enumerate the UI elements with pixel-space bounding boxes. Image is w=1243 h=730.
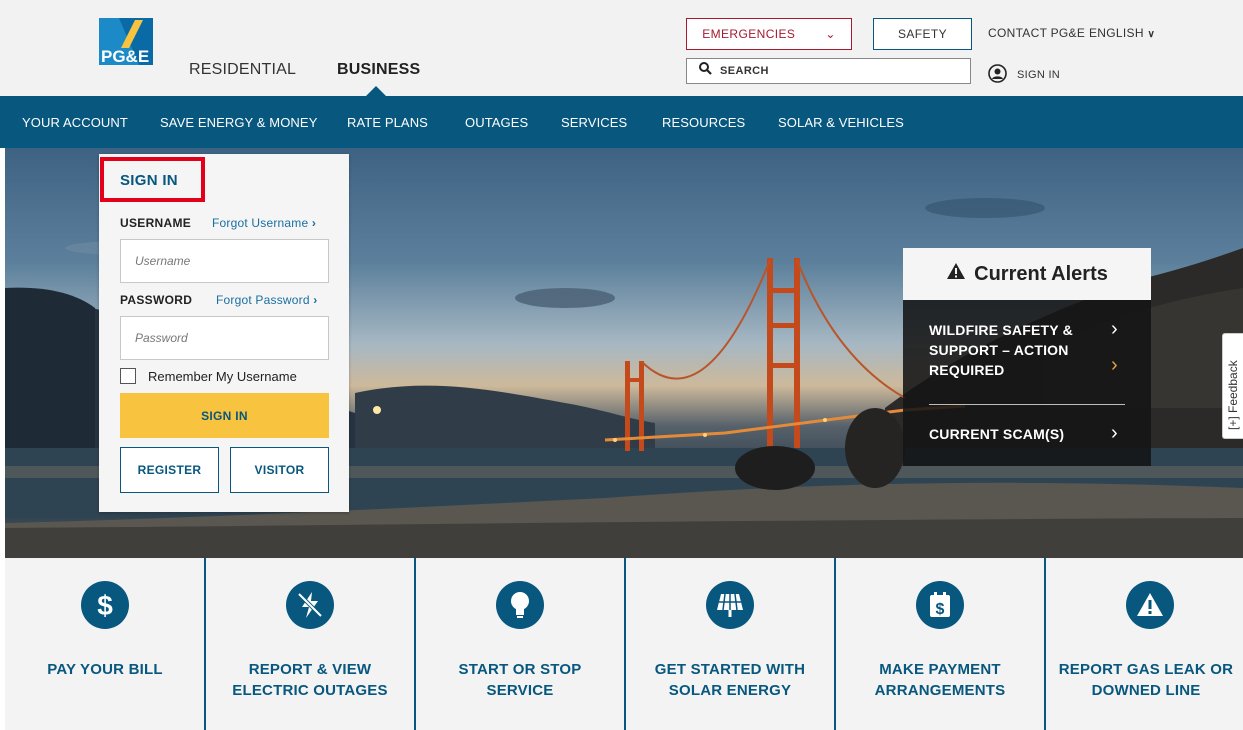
search-icon bbox=[699, 62, 712, 80]
svg-text:PG&E: PG&E bbox=[101, 47, 149, 65]
search-box[interactable] bbox=[686, 58, 971, 84]
language-label: ENGLISH bbox=[1089, 26, 1144, 40]
nav-save-energy[interactable]: SAVE ENERGY & MONEY bbox=[160, 115, 317, 130]
site-header: PG&E RESIDENTIAL BUSINESS EMERGENCIES ⌄ … bbox=[0, 0, 1243, 96]
contact-link[interactable]: CONTACT PG&E bbox=[988, 26, 1085, 40]
feedback-tab[interactable]: [+] Feedback bbox=[1222, 333, 1243, 439]
quick-link-label: REPORT & VIEW ELECTRIC OUTAGES bbox=[210, 659, 410, 701]
quick-link-label: PAY YOUR BILL bbox=[5, 659, 205, 680]
quick-link-label: MAKE PAYMENT ARRANGEMENTS bbox=[840, 659, 1040, 701]
quick-link-line: GET STARTED WITH bbox=[654, 661, 806, 678]
warning-icon bbox=[946, 262, 966, 286]
quick-link-payment-arrangements[interactable]: $ MAKE PAYMENT ARRANGEMENTS bbox=[836, 558, 1044, 730]
alert-line: REQUIRED bbox=[929, 362, 1005, 378]
quick-link-line: MAKE PAYMENT bbox=[879, 661, 1001, 678]
quick-link-line: REPORT & VIEW bbox=[248, 661, 372, 678]
emergencies-label: EMERGENCIES bbox=[702, 27, 796, 41]
quick-link-line: PAY YOUR BILL bbox=[47, 661, 163, 678]
segment-business[interactable]: BUSINESS bbox=[337, 61, 420, 79]
nav-rate-plans[interactable]: RATE PLANS bbox=[347, 115, 428, 130]
svg-text:$: $ bbox=[936, 601, 945, 618]
alert-current-scams[interactable]: CURRENT SCAM(S) bbox=[929, 424, 1064, 444]
username-label: USERNAME bbox=[120, 216, 192, 230]
quick-links: $ PAY YOUR BILL REPORT & VIEW ELECTRIC O… bbox=[5, 558, 1243, 730]
main-nav: YOUR ACCOUNT SAVE ENERGY & MONEY RATE PL… bbox=[0, 96, 1243, 148]
quick-link-label: REPORT GAS LEAK OR DOWNED LINE bbox=[1046, 659, 1243, 701]
calendar-dollar-icon: $ bbox=[916, 581, 964, 629]
lightbulb-icon bbox=[496, 581, 544, 629]
segment-residential[interactable]: RESIDENTIAL bbox=[189, 61, 296, 79]
alerts-list: WILDFIRE SAFETY & SUPPORT – ACTION REQUI… bbox=[903, 300, 1151, 466]
quick-link-line: REPORT GAS LEAK OR bbox=[1058, 661, 1234, 678]
quick-link-line: ELECTRIC OUTAGES bbox=[232, 682, 388, 699]
alert-line: SUPPORT – ACTION bbox=[929, 342, 1069, 358]
quick-link-label: START OR STOP SERVICE bbox=[420, 659, 620, 701]
nav-outages[interactable]: OUTAGES bbox=[465, 115, 528, 130]
lightning-off-icon bbox=[286, 581, 334, 629]
chevron-down-icon: ⌄ bbox=[825, 27, 836, 41]
visitor-button[interactable]: VISITOR bbox=[230, 447, 329, 493]
chevron-down-icon: ∨ bbox=[1147, 29, 1156, 40]
chevron-right-icon: › bbox=[1111, 422, 1118, 444]
quick-link-gas-leak[interactable]: REPORT GAS LEAK OR DOWNED LINE bbox=[1046, 558, 1243, 730]
alert-wildfire-safety[interactable]: WILDFIRE SAFETY & SUPPORT – ACTION REQUI… bbox=[929, 320, 1073, 380]
register-button[interactable]: REGISTER bbox=[120, 447, 219, 493]
solar-panel-icon bbox=[706, 581, 754, 629]
language-selector[interactable]: ENGLISH ∨ bbox=[1089, 26, 1155, 40]
forgot-username-link[interactable]: Forgot Username › bbox=[212, 216, 316, 230]
chevron-right-icon: › bbox=[1111, 318, 1118, 340]
alerts-divider bbox=[929, 404, 1125, 405]
header-sign-in[interactable]: SIGN IN bbox=[988, 64, 1060, 86]
alerts-header: Current Alerts bbox=[903, 248, 1151, 300]
nav-solar-vehicles[interactable]: SOLAR & VEHICLES bbox=[778, 115, 904, 130]
quick-link-line: ARRANGEMENTS bbox=[874, 682, 1006, 699]
warning-icon bbox=[1126, 581, 1174, 629]
remember-username[interactable]: Remember My Username bbox=[120, 368, 297, 384]
quick-link-line: START OR STOP bbox=[458, 661, 582, 678]
dollar-icon: $ bbox=[81, 581, 129, 629]
user-icon bbox=[988, 64, 1007, 86]
quick-link-label: GET STARTED WITH SOLAR ENERGY bbox=[630, 659, 830, 701]
username-input[interactable] bbox=[120, 239, 329, 283]
sign-in-button[interactable]: SIGN IN bbox=[120, 393, 329, 438]
quick-link-electric-outages[interactable]: REPORT & VIEW ELECTRIC OUTAGES bbox=[206, 558, 414, 730]
remember-checkbox[interactable] bbox=[120, 368, 136, 384]
feedback-label: [+] Feedback bbox=[1226, 360, 1240, 430]
chevron-right-icon: › bbox=[313, 293, 318, 307]
password-label: PASSWORD bbox=[120, 293, 193, 307]
remember-label: Remember My Username bbox=[148, 368, 297, 384]
safety-label: SAFETY bbox=[897, 27, 948, 41]
nav-resources[interactable]: RESOURCES bbox=[662, 115, 745, 130]
quick-link-start-stop-service[interactable]: START OR STOP SERVICE bbox=[416, 558, 624, 730]
quick-link-line: DOWNED LINE bbox=[1091, 682, 1201, 699]
quick-link-solar-energy[interactable]: GET STARTED WITH SOLAR ENERGY bbox=[626, 558, 834, 730]
search-input[interactable] bbox=[720, 65, 920, 77]
alert-line: WILDFIRE SAFETY & bbox=[929, 322, 1073, 338]
quick-link-pay-bill[interactable]: $ PAY YOUR BILL bbox=[5, 558, 204, 730]
header-sign-in-label: SIGN IN bbox=[1017, 69, 1061, 81]
chevron-right-icon: › bbox=[1111, 354, 1118, 376]
forgot-username-label: Forgot Username bbox=[212, 216, 309, 230]
forgot-password-label: Forgot Password bbox=[216, 293, 310, 307]
emergencies-dropdown[interactable]: EMERGENCIES ⌄ bbox=[686, 18, 852, 50]
chevron-right-icon: › bbox=[311, 216, 317, 230]
password-input[interactable] bbox=[120, 316, 329, 360]
quick-link-line: SERVICE bbox=[486, 682, 554, 699]
svg-text:$: $ bbox=[97, 590, 113, 620]
sign-in-heading: SIGN IN bbox=[100, 157, 205, 202]
safety-button[interactable]: SAFETY bbox=[873, 18, 972, 50]
forgot-password-link[interactable]: Forgot Password › bbox=[216, 293, 317, 307]
alert-line: CURRENT SCAM(S) bbox=[929, 426, 1065, 442]
quick-link-line: SOLAR ENERGY bbox=[668, 682, 792, 699]
nav-services[interactable]: SERVICES bbox=[561, 115, 627, 130]
alerts-title: Current Alerts bbox=[974, 262, 1108, 285]
nav-your-account[interactable]: YOUR ACCOUNT bbox=[22, 115, 128, 130]
active-segment-caret bbox=[366, 86, 386, 96]
pge-logo[interactable]: PG&E bbox=[99, 18, 153, 65]
